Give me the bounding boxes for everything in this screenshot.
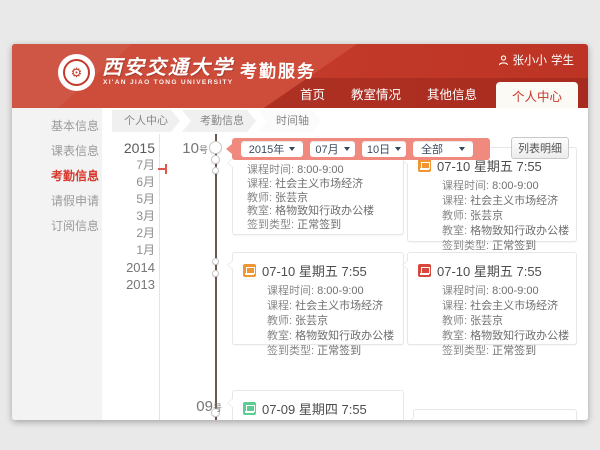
content-area: 基本信息 课表信息 考勤信息 请假申请 订阅信息 个人中心 考勤信息 时间轴 2… (12, 108, 588, 420)
app-header: 西安交通大学 XI'AN JIAO TONG UNIVERSITY 考勤服务 张… (12, 44, 588, 108)
breadcrumb-personal-center[interactable]: 个人中心 (112, 110, 180, 132)
status-absent-icon (418, 264, 431, 277)
breadcrumb-timeline[interactable]: 时间轴 (258, 110, 321, 132)
index-year-2013[interactable]: 2013 (100, 276, 155, 293)
sidebar: 基本信息 课表信息 考勤信息 请假申请 订阅信息 (12, 108, 102, 420)
nav-item-personal-center[interactable]: 个人中心 (496, 82, 578, 108)
status-late-icon (243, 264, 256, 277)
index-year-2014[interactable]: 2014 (100, 259, 155, 276)
breadcrumb-attendance[interactable]: 考勤信息 (182, 110, 256, 132)
index-month-mar[interactable]: 3月 (100, 208, 155, 225)
timeline-node-day10[interactable] (209, 141, 222, 154)
card-header: 07-10 星期五 7:55 (437, 261, 542, 280)
university-name-en: XI'AN JIAO TONG UNIVERSITY (103, 79, 234, 86)
card-header: 07-10 星期五 7:55 (262, 261, 367, 280)
university-logo-icon (58, 54, 95, 91)
attendance-card: 07-10 星期五 7:55 课程时间: 8:00-9:00 课程: 社会主义市… (407, 252, 577, 345)
timeline-node (211, 155, 220, 164)
index-year-2015[interactable]: 2015 (100, 140, 155, 157)
sidebar-item-subscription[interactable]: 订阅信息 (12, 214, 102, 239)
university-name: 西安交通大学 (102, 51, 234, 80)
index-month-jul[interactable]: 7月 (100, 157, 155, 174)
main-nav: 首页 教室情况 其他信息 个人中心 (287, 78, 578, 108)
scope-select[interactable]: 全部 (413, 141, 473, 157)
current-month-marker (158, 168, 166, 170)
filter-bar: 2015年 07月 10日 全部 (232, 138, 490, 160)
index-month-feb[interactable]: 2月 (100, 225, 155, 242)
attendance-card: 07-09 星期四 7:55 (232, 390, 404, 420)
day-select[interactable]: 10日 (362, 141, 406, 157)
sidebar-item-basic-info[interactable]: 基本信息 (12, 114, 102, 139)
chevron-down-icon (289, 147, 295, 151)
attendance-card: 07-10 星期五 7:55 课程时间: 8:00-9:00 课程: 社会主义市… (407, 147, 577, 242)
breadcrumb: 个人中心 考勤信息 时间轴 (112, 110, 323, 134)
timeline-node (212, 258, 219, 265)
nav-item-home[interactable]: 首页 (287, 84, 338, 103)
day-label-10: 10号 (168, 140, 208, 158)
status-normal-icon (243, 402, 256, 415)
app-window: 西安交通大学 XI'AN JIAO TONG UNIVERSITY 考勤服务 张… (12, 44, 588, 420)
index-divider (159, 134, 160, 420)
user-role: 学生 (551, 52, 574, 68)
attendance-card: 07-10 星期五 7:55 课程时间: 8:00-9:00 课程: 社会主义市… (232, 252, 404, 345)
index-month-jan[interactable]: 1月 (100, 242, 155, 259)
timeline-node (212, 270, 219, 277)
nav-item-classrooms[interactable]: 教室情况 (338, 84, 414, 103)
chevron-down-icon (395, 147, 401, 151)
index-month-may[interactable]: 5月 (100, 191, 155, 208)
timeline-node (212, 167, 219, 174)
sidebar-item-attendance[interactable]: 考勤信息 (12, 164, 102, 189)
day-label-09: 09号 (182, 398, 222, 416)
chevron-down-icon (459, 147, 465, 151)
person-icon (498, 55, 509, 66)
attendance-card-partial (413, 409, 577, 420)
user-info[interactable]: 张小小 学生 (498, 52, 575, 68)
index-month-jun[interactable]: 6月 (100, 174, 155, 191)
timeline-spine (215, 134, 217, 420)
month-select[interactable]: 07月 (310, 141, 355, 157)
year-select[interactable]: 2015年 (241, 141, 303, 157)
user-name: 张小小 (513, 52, 548, 68)
nav-item-other-info[interactable]: 其他信息 (414, 84, 490, 103)
sidebar-item-leave-request[interactable]: 请假申请 (12, 189, 102, 214)
status-late-icon (418, 159, 431, 172)
sidebar-item-schedule[interactable]: 课表信息 (12, 139, 102, 164)
timeline-index: 2015 7月 6月 5月 3月 2月 1月 2014 2013 (100, 140, 155, 293)
list-detail-button[interactable]: 列表明细 (511, 137, 569, 159)
attendance-card: 课程时间: 8:00-9:00 课程: 社会主义市场经济 教师: 张芸京 教室:… (232, 150, 404, 235)
chevron-down-icon (344, 147, 350, 151)
card-header: 07-09 星期四 7:55 (262, 399, 367, 418)
